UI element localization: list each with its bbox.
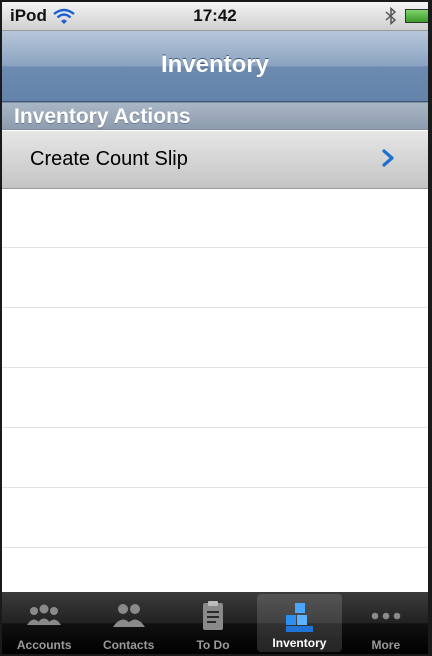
battery-icon (405, 9, 428, 23)
page-title: Inventory (160, 51, 270, 78)
tab-accounts[interactable]: Accounts (2, 592, 86, 654)
tab-label: Accounts (16, 638, 72, 652)
tab-to-do[interactable]: To Do (171, 592, 255, 654)
bluetooth-icon (385, 7, 397, 25)
tab-label: More (371, 638, 401, 652)
empty-row-separator (2, 487, 428, 488)
navigation-bar: Inventory (2, 31, 428, 102)
empty-row-separator (2, 427, 428, 428)
tab-label: Contacts (102, 638, 155, 652)
row-label: Create Count Slip (30, 148, 188, 170)
tab-label: To Do (196, 638, 230, 652)
status-time: 17:42 (193, 6, 237, 25)
empty-row-separator (2, 247, 428, 248)
status-right (385, 7, 428, 25)
empty-row-separator (2, 367, 428, 368)
chevron-right-icon (382, 149, 394, 167)
tab-inventory[interactable]: Inventory (257, 594, 342, 652)
tab-bar: Accounts Contacts To Do Inventory More (2, 592, 428, 654)
create-count-slip-row[interactable]: Create Count Slip (2, 131, 428, 189)
status-bar: iPod 17:42 (2, 2, 428, 31)
empty-row-separator (2, 307, 428, 308)
more-dots-icon (371, 612, 401, 620)
accounts-icon (27, 604, 62, 625)
phone-screen: iPod 17:42 Inventory Inventory Actions C… (0, 0, 432, 656)
inventory-icon (286, 603, 314, 632)
tab-more[interactable]: More (344, 592, 428, 654)
tab-label: Inventory (272, 636, 327, 650)
contacts-icon (112, 604, 145, 627)
empty-row-separator (2, 547, 428, 548)
tab-contacts[interactable]: Contacts (86, 592, 170, 654)
section-header-inventory-actions: Inventory Actions (2, 102, 428, 130)
clipboard-icon (203, 601, 224, 630)
